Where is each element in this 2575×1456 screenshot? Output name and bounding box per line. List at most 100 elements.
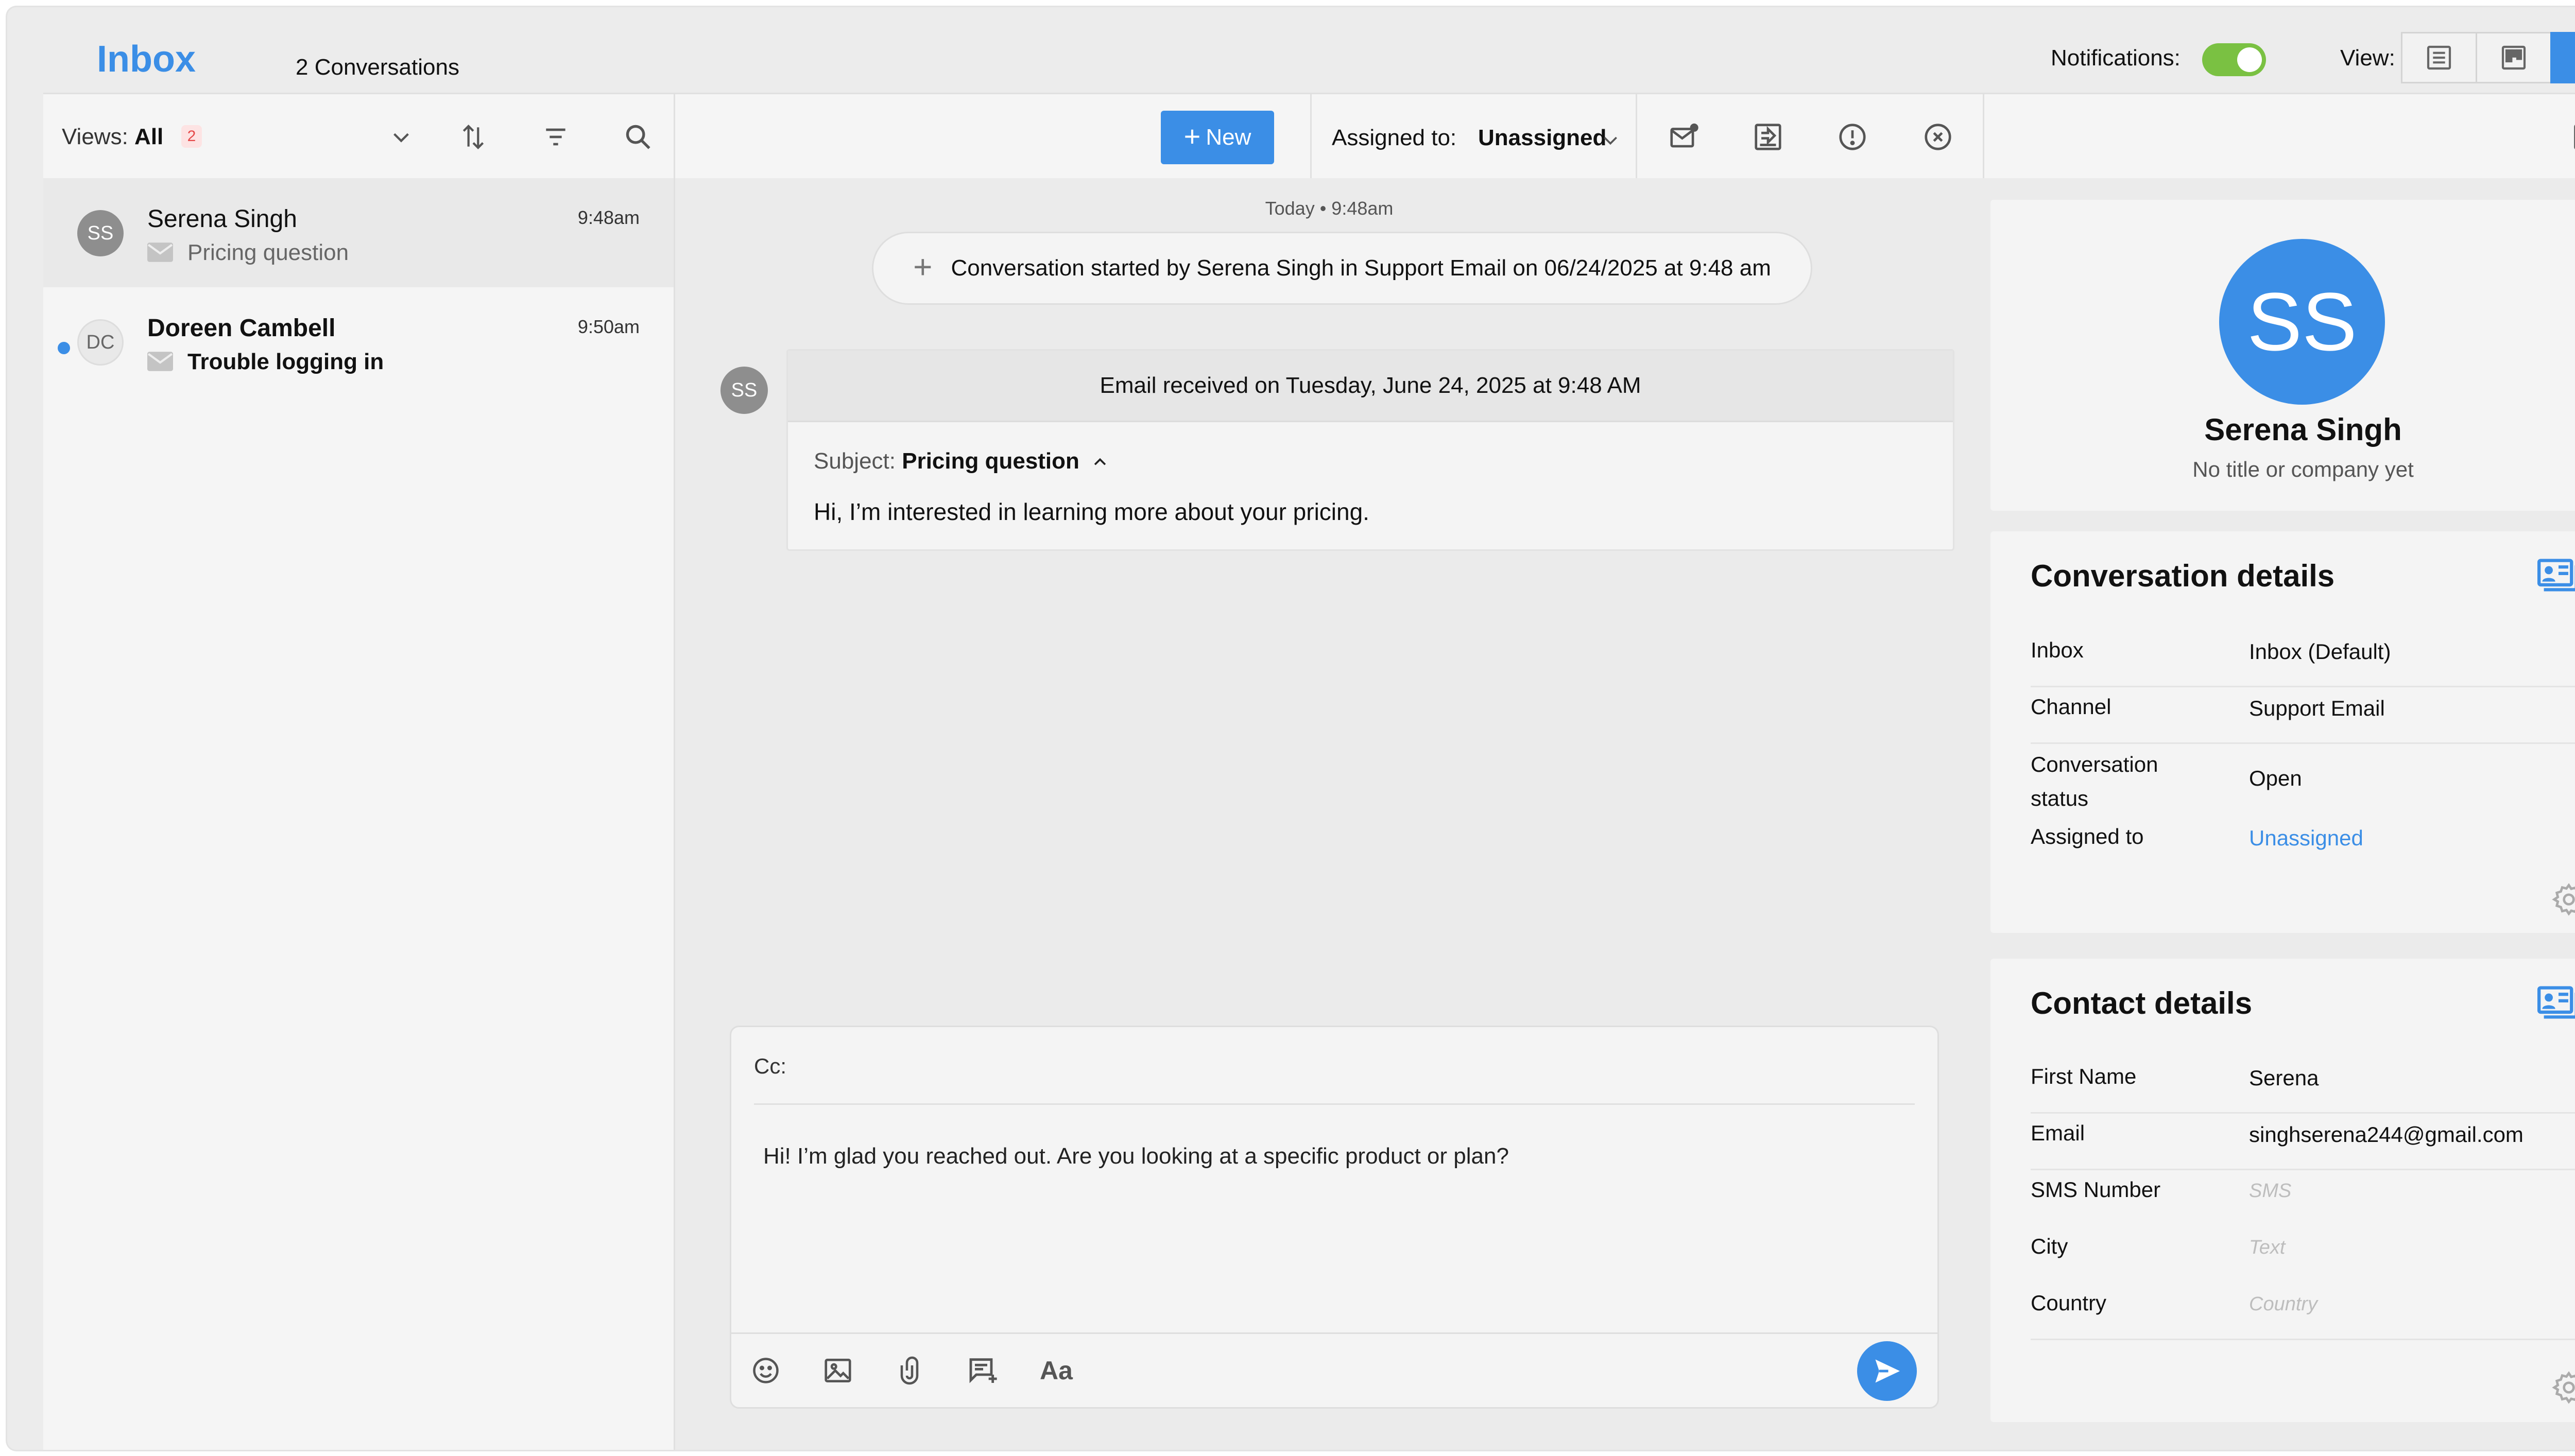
plus-icon: +	[913, 248, 933, 285]
first-name-field[interactable]: Serena	[2249, 1066, 2319, 1090]
insert-image-button[interactable]	[819, 1351, 857, 1390]
toolbar-divider	[1983, 94, 1984, 180]
gear-icon[interactable]	[2551, 1370, 2575, 1406]
send-button[interactable]	[1857, 1341, 1917, 1401]
country-field[interactable]: Country	[2249, 1293, 2318, 1315]
notifications-toggle[interactable]	[2202, 43, 2266, 76]
sort-icon	[462, 125, 484, 149]
detail-key: Channel	[2031, 695, 2112, 719]
conversation-item[interactable]: DC Doreen Cambell 9:50am Trouble logging…	[43, 287, 674, 396]
emoji-button[interactable]	[747, 1351, 785, 1390]
reply-textarea[interactable]: Hi! I’m glad you reached out. Are you lo…	[763, 1143, 1509, 1169]
attach-button[interactable]	[893, 1351, 931, 1390]
snippet-icon	[969, 1358, 997, 1383]
contact-card-icon[interactable]	[2537, 558, 2575, 592]
conversation-time: 9:48am	[577, 207, 640, 228]
cc-field[interactable]: Cc:	[754, 1054, 786, 1079]
board-view-icon	[2501, 45, 2526, 70]
views-filter[interactable]: Views: All	[62, 124, 163, 150]
view-label: View:	[2340, 45, 2395, 71]
mark-unread-button[interactable]	[1666, 119, 1702, 155]
conversation-view-button[interactable]	[2550, 32, 2575, 83]
assignee-dropdown[interactable]: Unassigned	[1478, 125, 1606, 151]
conversation-thread: Today • 9:48am + Conversation started by…	[675, 178, 1983, 1450]
detail-row: Channel Support Email	[2031, 686, 2575, 744]
conversation-started-banner: + Conversation started by Serena Singh i…	[872, 232, 1812, 305]
conversation-name: Serena Singh	[147, 205, 297, 233]
toggle-sidebar-button[interactable]	[2569, 119, 2575, 155]
email-field[interactable]: singhserena244@gmail.com	[2249, 1122, 2524, 1147]
search-button[interactable]	[620, 119, 656, 155]
views-value: All	[134, 124, 164, 149]
profile-subtitle: No title or company yet	[2192, 457, 2414, 481]
contact-sidebar: SS Serena Singh No title or company yet …	[1983, 178, 2575, 1450]
email-subject[interactable]: Subject: Pricing question	[814, 448, 1110, 474]
format-text-button[interactable]: Aa	[1037, 1351, 1075, 1390]
detail-row: Inbox Inbox (Default)	[2031, 629, 2575, 687]
sort-button[interactable]	[455, 119, 491, 155]
send-icon	[1875, 1359, 1900, 1383]
conversation-list: SS Serena Singh 9:48am Pricing question …	[43, 178, 675, 1450]
move-to-icon	[1755, 124, 1781, 150]
conversation-item[interactable]: SS Serena Singh 9:48am Pricing question	[43, 178, 674, 287]
conversation-view-icon	[2573, 42, 2575, 73]
sender-avatar: SS	[720, 367, 768, 414]
paperclip-icon	[900, 1356, 919, 1385]
reply-composer: Cc: Hi! I’m glad you reached out. Are yo…	[730, 1026, 1939, 1409]
filter-icon	[546, 128, 565, 146]
chevron-up-icon	[1094, 458, 1106, 465]
inbox-value[interactable]: Inbox (Default)	[2249, 639, 2391, 664]
sms-number-field[interactable]: SMS	[2249, 1180, 2291, 1202]
detail-row: Email singhserena244@gmail.com	[2031, 1112, 2575, 1170]
avatar: DC	[77, 319, 124, 366]
toolbar-divider	[674, 94, 675, 180]
list-view-button[interactable]	[2401, 32, 2477, 83]
composer-toolbar: Aa	[731, 1332, 1937, 1407]
contact-details-card: Contact details First Name Serena Email …	[1990, 959, 2575, 1422]
toolbar-divider	[1636, 94, 1637, 180]
contact-card-icon[interactable]	[2537, 985, 2575, 1019]
search-icon	[626, 125, 650, 149]
list-view-icon	[2427, 45, 2451, 70]
detail-row: Conversation status Open	[2031, 742, 2575, 820]
detail-key: City	[2031, 1234, 2068, 1258]
channel-value: Support Email	[2249, 696, 2385, 720]
close-conversation-button[interactable]	[1920, 119, 1956, 155]
sidebar-collapse-icon	[2574, 125, 2575, 149]
assigned-to-label: Assigned to:	[1332, 125, 1457, 150]
detail-key: Assigned to	[2031, 824, 2144, 848]
new-conversation-button[interactable]: + New	[1161, 111, 1274, 164]
conversation-details-card: Conversation details Inbox Inbox (Defaul…	[1990, 531, 2575, 933]
gear-icon[interactable]	[2551, 881, 2575, 917]
subject-value: Pricing question	[902, 448, 1079, 474]
mark-spam-button[interactable]	[1834, 119, 1870, 155]
detail-key: Conversation status	[2031, 752, 2158, 810]
subject-label: Subject:	[814, 448, 896, 474]
new-button-label: New	[1206, 125, 1251, 150]
assigned-to-link[interactable]: Unassigned	[2249, 826, 2363, 851]
detail-row: Assigned to Unassigned	[2031, 820, 2575, 866]
envelope-icon	[147, 352, 173, 371]
page-title: Inbox	[97, 39, 196, 80]
chevron-down-icon	[393, 133, 409, 143]
toolbar: Views: All 2 + New Assigned to: Unassign…	[43, 93, 2575, 181]
board-view-button[interactable]	[2476, 32, 2552, 83]
conversation-count: 2 Conversations	[296, 55, 459, 80]
status-value[interactable]: Open	[2249, 766, 2302, 791]
detail-key: Inbox	[2031, 638, 2084, 662]
city-field[interactable]: Text	[2249, 1237, 2285, 1259]
snippet-button[interactable]	[964, 1351, 1002, 1390]
detail-row: First Name Serena	[2031, 1055, 2575, 1114]
started-text: Conversation started by Serena Singh in …	[951, 255, 1771, 281]
move-button[interactable]	[1750, 119, 1786, 155]
views-count-badge: 2	[181, 125, 202, 148]
assignee-chevron[interactable]	[1592, 122, 1628, 158]
plus-icon: +	[1183, 119, 1201, 152]
filter-button[interactable]	[538, 119, 574, 155]
email-message: Email received on Tuesday, June 24, 2025…	[786, 349, 1954, 551]
views-dropdown-button[interactable]	[383, 119, 419, 155]
conversation-time: 9:50am	[577, 316, 640, 337]
profile-name: Serena Singh	[2204, 412, 2402, 447]
image-icon	[825, 1359, 851, 1382]
conversation-name: Doreen Cambell	[147, 315, 336, 342]
